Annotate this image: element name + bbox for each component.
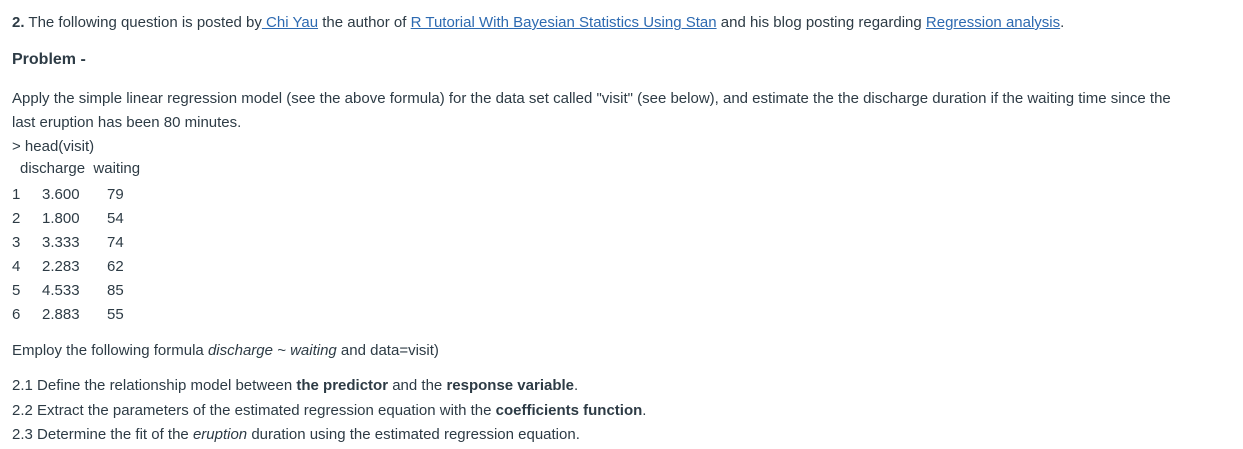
formula-italic: discharge ~ waiting: [207, 342, 337, 359]
header-waiting: waiting: [93, 160, 141, 177]
question-2-2: 2.2 Extract the parameters of the estima…: [12, 402, 646, 419]
row-discharge: 2.883: [42, 306, 80, 323]
blog-link[interactable]: Regression analysis: [926, 14, 1060, 31]
page: 2. The following question is posted by C…: [0, 0, 1243, 449]
row-waiting: 55: [107, 306, 124, 323]
row-discharge: 4.533: [42, 282, 80, 299]
code-line: > head(visit): [12, 138, 95, 155]
row-discharge: 3.333: [42, 234, 80, 251]
row-discharge: 2.283: [42, 258, 80, 275]
row-index: 3: [12, 234, 21, 251]
question-2-1: 2.1 Define the relationship model betwee…: [12, 377, 578, 394]
q22-text-2: .: [642, 402, 647, 419]
row-waiting: 85: [107, 282, 124, 299]
formula-text-2: and data=visit): [336, 342, 439, 359]
row-discharge: 3.600: [42, 186, 80, 203]
q21-text-2: and the: [388, 377, 447, 394]
formula-line: Employ the following formula discharge ~…: [12, 342, 439, 359]
row-index: 2: [12, 210, 21, 227]
problem-paragraph-line-2: last eruption has been 80 minutes.: [12, 114, 242, 131]
q21-bold-predictor: the predictor: [296, 377, 389, 394]
formula-text-1: Employ the following formula: [12, 342, 208, 359]
row-waiting: 62: [107, 258, 124, 275]
intro-text-1: The following question is posted by: [24, 14, 262, 31]
question-number: 2.: [12, 14, 25, 31]
q23-text-1: 2.3 Determine the fit of the: [12, 426, 193, 443]
row-discharge: 1.800: [42, 210, 80, 227]
q21-bold-response: response variable: [446, 377, 575, 394]
q22-bold-coefficients: coefficients function: [495, 402, 643, 419]
header-discharge: discharge: [20, 160, 86, 177]
q23-text-2: duration using the estimated regression …: [247, 426, 580, 443]
problem-heading: Problem -: [12, 51, 86, 68]
question-2-3: 2.3 Determine the fit of the eruption du…: [12, 426, 580, 443]
intro-line: 2. The following question is posted by C…: [12, 14, 1064, 31]
row-index: 1: [12, 186, 21, 203]
book-link[interactable]: R Tutorial With Bayesian Statistics Usin…: [411, 14, 717, 31]
row-waiting: 79: [107, 186, 124, 203]
q21-text-3: .: [574, 377, 579, 394]
row-waiting: 54: [107, 210, 124, 227]
row-index: 6: [12, 306, 21, 323]
intro-text-2: the author of: [318, 14, 411, 31]
intro-text-4: .: [1060, 14, 1065, 31]
row-index: 5: [12, 282, 21, 299]
table-header: discharge waiting: [20, 160, 140, 177]
intro-text-3: and his blog posting regarding: [716, 14, 926, 31]
q21-text-1: 2.1 Define the relationship model betwee…: [12, 377, 297, 394]
q23-italic-eruption: eruption: [192, 426, 248, 443]
row-waiting: 74: [107, 234, 124, 251]
author-link[interactable]: Chi Yau: [262, 14, 318, 31]
problem-paragraph-line-1: Apply the simple linear regression model…: [12, 90, 1171, 107]
row-index: 4: [12, 258, 21, 275]
q22-text-1: 2.2 Extract the parameters of the estima…: [12, 402, 496, 419]
